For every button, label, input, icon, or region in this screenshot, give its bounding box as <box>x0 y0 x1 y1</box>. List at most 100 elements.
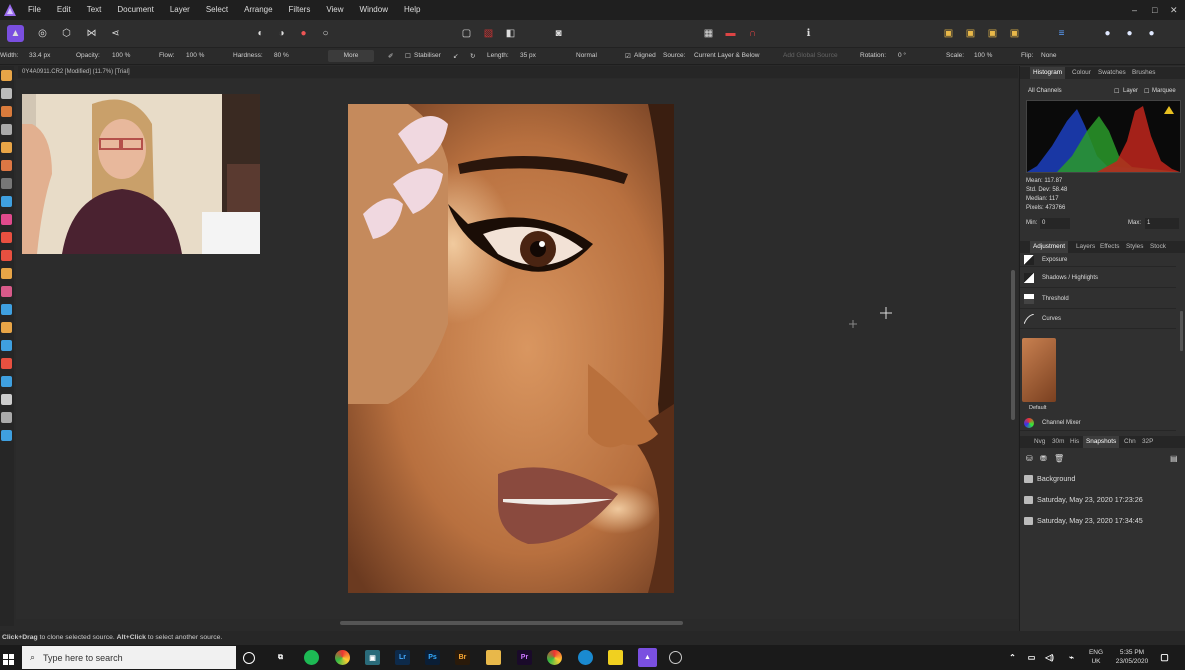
tab-histogram[interactable]: Histogram <box>1030 67 1066 79</box>
tray-language[interactable]: ENG UK <box>1086 648 1106 666</box>
pen-tool-icon[interactable] <box>1 106 12 117</box>
tab-swatches[interactable]: Swatches <box>1098 69 1126 76</box>
selection-brush-icon[interactable] <box>1 142 12 153</box>
adjustment-exposure[interactable]: Exposure <box>1020 253 1176 267</box>
add-snapshot-icon[interactable]: ⛁ <box>1026 454 1033 463</box>
clone-brush-icon[interactable] <box>1 286 12 297</box>
layer-checkbox[interactable]: ☐ <box>1114 88 1119 95</box>
move-tool-icon[interactable] <box>1 70 12 81</box>
hardness-field[interactable]: 80 % <box>274 52 289 59</box>
menu-document[interactable]: Document <box>109 0 161 20</box>
text-tool-icon[interactable] <box>1 394 12 405</box>
tray-clock[interactable]: 5:35 PM 23/05/2020 <box>1112 648 1152 666</box>
tab-stock[interactable]: Stock <box>1150 243 1166 250</box>
fill-tool-icon[interactable] <box>1 196 12 207</box>
tab-brushes[interactable]: Brushes <box>1132 69 1155 76</box>
smudge-brush-icon[interactable] <box>1 358 12 369</box>
portrait-photo[interactable] <box>348 104 674 593</box>
obs-icon[interactable] <box>669 651 682 664</box>
info-icon[interactable]: ℹ <box>800 25 817 42</box>
brush-icon[interactable]: ✐ <box>388 52 393 60</box>
min-field[interactable]: 0 <box>1040 218 1070 229</box>
marquee-mode-icon[interactable]: ▢ <box>458 25 475 42</box>
crop-tool-icon[interactable] <box>1 124 12 135</box>
liquify-persona-icon[interactable]: ◎ <box>34 25 51 42</box>
flip-select[interactable]: None <box>1041 52 1057 59</box>
windows-start-icon[interactable] <box>3 652 14 665</box>
flow-field[interactable]: 100 % <box>186 52 204 59</box>
boolean-intersect-icon[interactable]: ● <box>1143 25 1160 42</box>
window-mode-icon[interactable]: ↻ <box>470 52 475 60</box>
channel-select[interactable]: All Channels <box>1028 88 1062 94</box>
more-button[interactable]: More <box>328 50 374 62</box>
vertical-scrollbar[interactable] <box>1011 270 1015 420</box>
tray-chevron-icon[interactable]: ⌃ <box>1005 650 1020 665</box>
tab-32p[interactable]: 32P <box>1142 438 1153 445</box>
menu-view[interactable]: View <box>318 0 351 20</box>
erase-brush-icon[interactable] <box>1 250 12 261</box>
spotify-icon[interactable] <box>304 650 319 665</box>
arrange-forward-icon[interactable]: ▣ <box>984 25 1001 42</box>
cortana-icon[interactable] <box>243 652 255 664</box>
tab-snapshots[interactable]: Snapshots <box>1083 436 1120 448</box>
tab-layers[interactable]: Layers <box>1076 243 1095 250</box>
tray-network-icon[interactable]: ⌁ <box>1064 650 1079 665</box>
export-persona-icon[interactable]: ⋖ <box>107 25 124 42</box>
auto-contrast-icon[interactable]: ◑ <box>273 25 290 42</box>
blur-brush-icon[interactable] <box>1 340 12 351</box>
task-view-icon[interactable]: ⧉ <box>273 650 288 665</box>
file-explorer-icon[interactable] <box>486 650 501 665</box>
menu-layer[interactable]: Layer <box>162 0 198 20</box>
snapshot-document-icon[interactable]: ▤ <box>1170 454 1178 463</box>
close-button[interactable]: ✕ <box>1170 0 1178 20</box>
adjustment-shadows-highlights[interactable]: Shadows / Highlights <box>1020 268 1176 288</box>
aligned-checkbox[interactable]: ☑ <box>625 52 631 60</box>
healing-brush-icon[interactable] <box>1 304 12 315</box>
arrange-back-icon[interactable]: ▣ <box>940 25 957 42</box>
tab-3d[interactable]: 30m <box>1052 438 1064 445</box>
chrome-icon[interactable] <box>335 650 350 665</box>
minimize-button[interactable]: – <box>1132 0 1137 20</box>
edge-icon[interactable] <box>578 650 593 665</box>
chrome-icon-2[interactable] <box>547 650 562 665</box>
source-select[interactable]: Current Layer & Below <box>694 52 759 59</box>
taskbar-search[interactable]: ⌕ Type here to search <box>22 646 236 669</box>
blemish-remover-icon[interactable] <box>1 322 12 333</box>
stabiliser-checkbox[interactable]: ☐ <box>405 52 411 60</box>
menu-arrange[interactable]: Arrange <box>236 0 280 20</box>
max-field[interactable]: 1 <box>1145 218 1179 229</box>
rope-mode-icon[interactable]: ↙ <box>453 52 458 60</box>
tab-navigator[interactable]: Nvg <box>1034 438 1045 445</box>
lightroom-icon[interactable]: Lr <box>395 650 410 665</box>
magnet-icon[interactable]: ∩ <box>744 25 761 42</box>
gradient-tool-icon[interactable] <box>1 214 12 225</box>
auto-levels-icon[interactable]: ◐ <box>252 25 269 42</box>
maximize-button[interactable]: □ <box>1152 0 1157 20</box>
scale-field[interactable]: 100 % <box>974 52 992 59</box>
preset-thumbnail[interactable] <box>1022 338 1056 402</box>
tab-effects[interactable]: Effects <box>1100 243 1119 250</box>
restore-snapshot-icon[interactable]: ⛃ <box>1040 454 1047 463</box>
grid-icon[interactable]: ▦ <box>700 25 717 42</box>
develop-persona-icon[interactable]: ⬡ <box>58 25 75 42</box>
affinity-photo-taskbar-icon[interactable]: ▲ <box>638 648 657 667</box>
arrange-front-icon[interactable]: ▣ <box>1006 25 1023 42</box>
color-picker-icon[interactable] <box>1 412 12 423</box>
tab-history[interactable]: His <box>1070 438 1079 445</box>
snapshot-item[interactable]: Saturday, May 23, 2020 17:34:45 <box>1024 516 1143 525</box>
align-icon[interactable]: ≡ <box>1053 25 1070 42</box>
document-tab[interactable]: 0Y4A0911.CR2 [Modified] (11.7%) [Trial] <box>18 66 1018 78</box>
add-global-source-button[interactable]: Add Global Source <box>783 52 838 59</box>
rectangle-tool-icon[interactable] <box>1 376 12 387</box>
snapshot-item[interactable]: Saturday, May 23, 2020 17:23:26 <box>1024 495 1143 504</box>
photo-persona-icon[interactable]: ▲ <box>7 25 24 42</box>
sticky-notes-icon[interactable] <box>608 650 623 665</box>
boolean-subtract-icon[interactable]: ● <box>1121 25 1138 42</box>
assistant-icon[interactable]: ◙ <box>550 25 567 42</box>
bridge-icon[interactable]: Br <box>455 650 470 665</box>
marquee-checkbox[interactable]: ☐ <box>1144 88 1149 95</box>
arrange-backward-icon[interactable]: ▣ <box>962 25 979 42</box>
marquee-tool-icon[interactable] <box>1 178 12 189</box>
boolean-add-icon[interactable]: ● <box>1099 25 1116 42</box>
menu-window[interactable]: Window <box>352 0 396 20</box>
